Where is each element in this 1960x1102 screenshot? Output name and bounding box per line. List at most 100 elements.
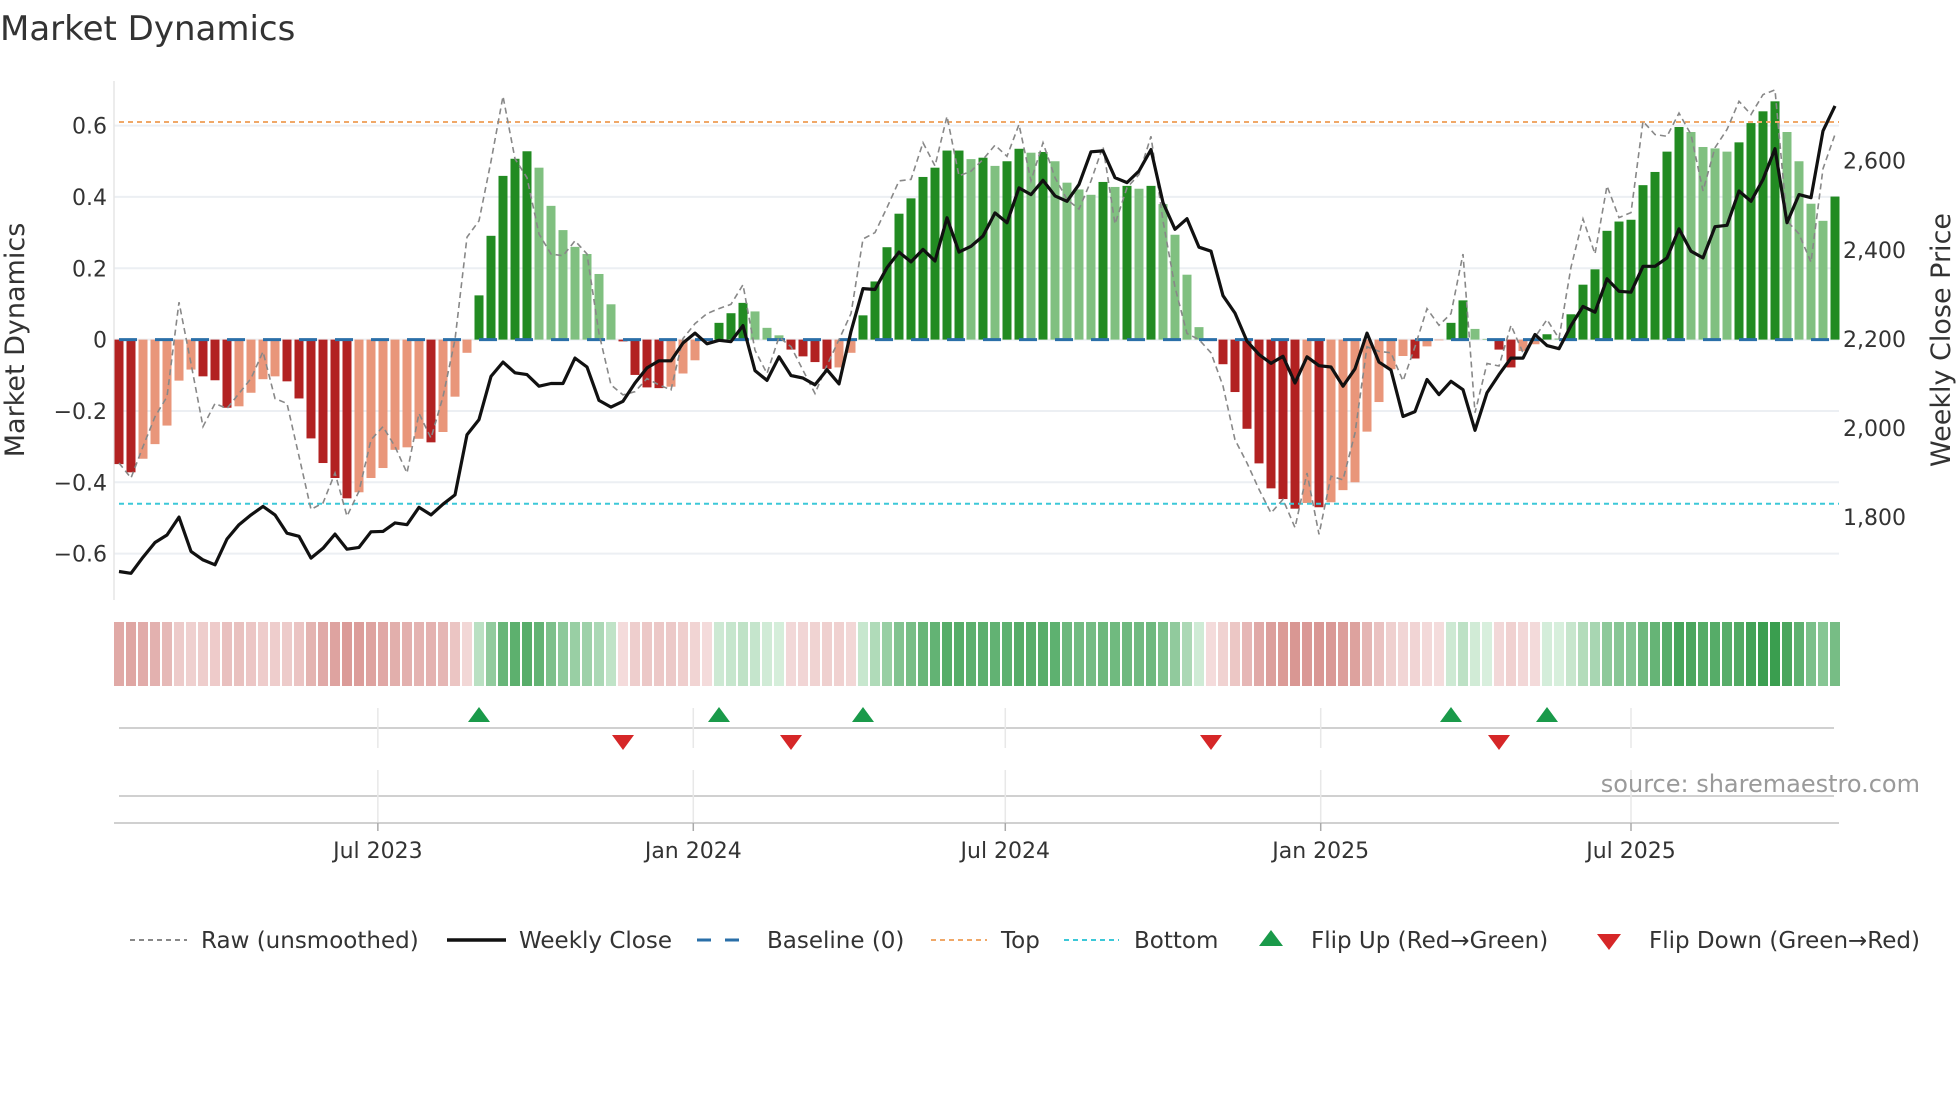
heat-strip-cell <box>894 622 904 686</box>
heat-strip-cell <box>1590 622 1600 686</box>
heat-strip-cell <box>462 622 472 686</box>
legend-baseline-label: Baseline (0) <box>767 928 904 954</box>
heat-strip-cell <box>306 622 316 686</box>
heat-strip-cell <box>258 622 268 686</box>
dynamics-bar <box>1062 182 1072 340</box>
dynamics-bar <box>1290 339 1300 509</box>
dynamics-bar <box>822 339 832 369</box>
dynamics-bar <box>558 230 568 340</box>
heat-strip-cell <box>930 622 940 686</box>
flip-up-marker <box>468 707 490 722</box>
y-tick-label: 0.4 <box>72 186 107 211</box>
dynamics-bar <box>1662 151 1672 340</box>
heat-strip-cell <box>1530 622 1540 686</box>
heat-strip-cell <box>942 622 952 686</box>
heat-strip-cell <box>1314 622 1324 686</box>
dynamics-bar <box>1134 188 1144 340</box>
heat-strip-cell <box>1146 622 1156 686</box>
heat-strip-cell <box>1446 622 1456 686</box>
dynamics-bar <box>1122 185 1132 340</box>
flip-up-marker <box>708 707 730 722</box>
heat-strip-cell <box>678 622 688 686</box>
heat-strip-cell <box>858 622 868 686</box>
y-tick-label: 0 <box>93 329 107 354</box>
heat-strip-cell <box>1398 622 1408 686</box>
flip-up-marker <box>852 707 874 722</box>
dynamics-bar <box>414 339 424 439</box>
heat-strip-cell <box>750 622 760 686</box>
heat-strip-cell <box>1002 622 1012 686</box>
y-tick-label: 0.2 <box>72 257 107 282</box>
heat-strip-cell <box>522 622 532 686</box>
heat-strip-cell <box>1806 622 1816 686</box>
dynamics-bar <box>1398 339 1408 357</box>
dynamics-bar <box>450 339 460 397</box>
y2-tick-label: 2,400 <box>1843 239 1906 264</box>
heat-strip-cell <box>870 622 880 686</box>
dynamics-bar <box>1086 194 1096 340</box>
heat-strip-cell <box>1494 622 1504 686</box>
heat-strip-cell <box>438 622 448 686</box>
dynamics-bar <box>510 158 520 340</box>
heat-strip-cell <box>186 622 196 686</box>
dynamics-bar <box>1470 328 1480 340</box>
heat-strip-cell <box>1350 622 1360 686</box>
dynamics-bar <box>762 327 772 340</box>
flip-down-marker <box>1200 735 1222 750</box>
heat-strip-cell <box>1218 622 1228 686</box>
y2-tick-label: 2,200 <box>1843 328 1906 353</box>
heat-strip-cell <box>906 622 916 686</box>
heat-strip-cell <box>1098 622 1108 686</box>
flip-up-marker <box>1440 707 1462 722</box>
heat-strip-cell <box>498 622 508 686</box>
legend-item-bottom: Bottom <box>1064 928 1218 954</box>
heat-strip-cell <box>1050 622 1060 686</box>
heat-strip-cell <box>1674 622 1684 686</box>
heat-strip-cell <box>1602 622 1612 686</box>
heat-strip-cell <box>150 622 160 686</box>
dynamics-bars <box>114 101 1840 509</box>
dynamics-bar <box>342 339 352 499</box>
heat-strip-cell <box>954 622 964 686</box>
dynamics-bar <box>1170 234 1180 340</box>
dynamics-bar <box>1110 186 1120 340</box>
heat-strip-cell <box>642 622 652 686</box>
heat-strip-cell <box>1062 622 1072 686</box>
left-axis-ticks: −0.6 −0.4 −0.2 0 0.2 0.4 0.6 <box>54 115 107 568</box>
heat-strip-cell <box>990 622 1000 686</box>
heat-strip-cell <box>1086 622 1096 686</box>
heat-strip-cell <box>1650 622 1660 686</box>
dynamics-bar <box>522 151 532 340</box>
dynamics-bar <box>282 339 292 382</box>
heat-strip-cell <box>966 622 976 686</box>
heat-strip-cell <box>1686 622 1696 686</box>
heat-strip-cell <box>1794 622 1804 686</box>
heat-strip-cell <box>1242 622 1252 686</box>
dynamics-bar <box>1014 148 1024 340</box>
heat-strip-cell <box>786 622 796 686</box>
x-tick-label: Jul 2023 <box>331 839 423 864</box>
left-axis-label: Market Dynamics <box>0 223 31 458</box>
legend-raw-label: Raw (unsmoothed) <box>201 928 419 954</box>
dynamics-bar <box>1098 181 1108 340</box>
dynamics-bar <box>1434 339 1444 341</box>
heat-strip-cell <box>1014 622 1024 686</box>
dynamics-bar <box>582 254 592 340</box>
x-tick-label: Jan 2025 <box>1270 839 1369 864</box>
heat-strip-cell <box>738 622 748 686</box>
dynamics-bar <box>606 304 616 340</box>
heat-strip-cell <box>570 622 580 686</box>
heat-strip-cell <box>1338 622 1348 686</box>
dynamics-bar <box>150 339 160 445</box>
y2-tick-label: 2,000 <box>1843 417 1906 442</box>
heat-strip-cell <box>690 622 700 686</box>
heat-strip-cell <box>630 622 640 686</box>
heat-strip-cell <box>1626 622 1636 686</box>
dynamics-bar <box>750 311 760 340</box>
legend-close-label: Weekly Close <box>519 928 672 954</box>
heat-strip-cell <box>270 622 280 686</box>
heat-strip-cell <box>1470 622 1480 686</box>
dynamics-bar <box>474 295 484 340</box>
heat-strip-cell <box>162 622 172 686</box>
dynamics-bar <box>1542 334 1552 340</box>
